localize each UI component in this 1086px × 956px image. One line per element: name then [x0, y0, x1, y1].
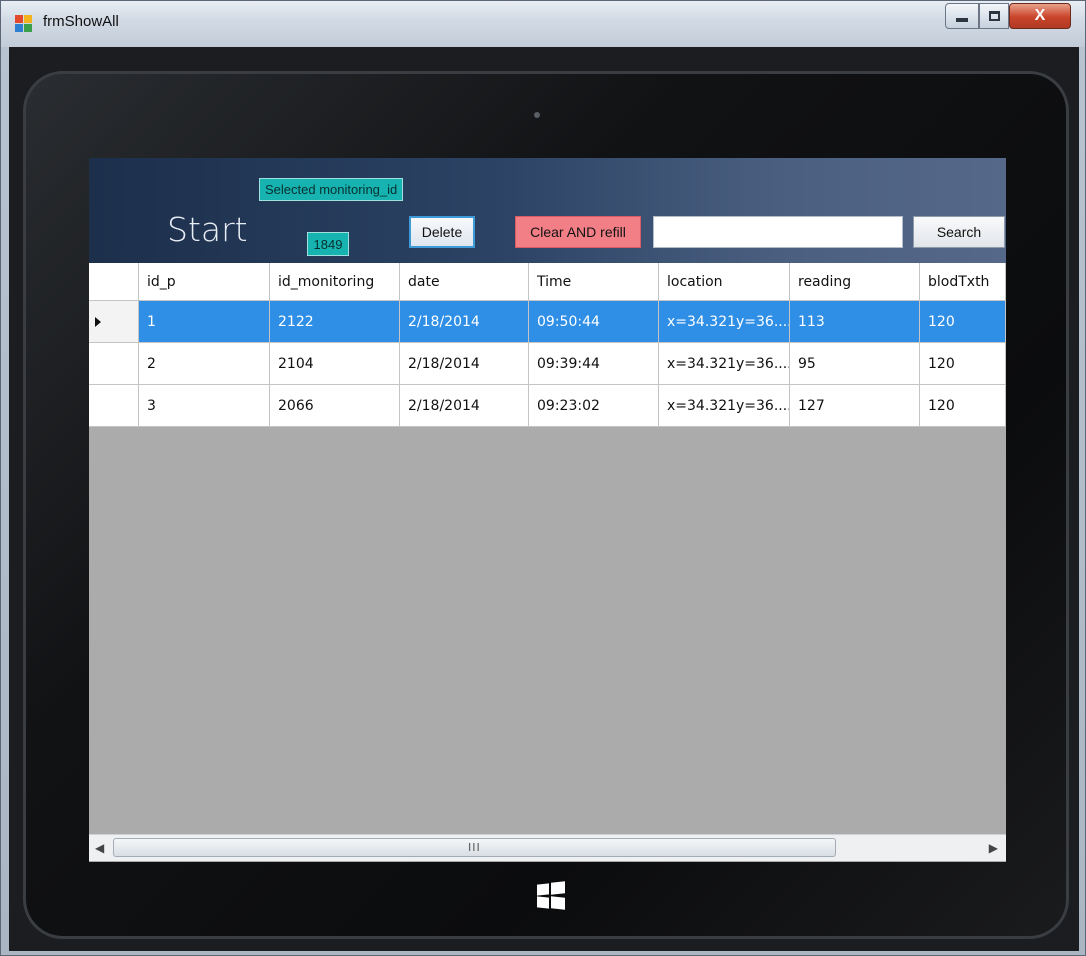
cell-id-p[interactable]: 2 [139, 343, 270, 385]
camera-icon [534, 112, 540, 118]
delete-button[interactable]: Delete [409, 216, 475, 248]
tablet-screen: Selected monitoring_id Start 1849 Delete… [89, 158, 1006, 862]
current-row-arrow-icon [95, 316, 101, 327]
scroll-thumb[interactable]: III [113, 838, 836, 857]
cell-id-monitoring[interactable]: 2122 [270, 301, 400, 343]
row-header[interactable] [89, 343, 139, 385]
search-button[interactable]: Search [913, 216, 1005, 248]
scroll-left-arrow-icon[interactable]: ◀ [95, 841, 104, 855]
row-header[interactable] [89, 301, 139, 343]
title-bar[interactable]: frmShowAll X [1, 1, 1085, 47]
minimize-icon [956, 18, 968, 22]
window-title: frmShowAll [43, 13, 119, 30]
selected-id-value: 1849 [307, 232, 349, 256]
cell-date[interactable]: 2/18/2014 [400, 385, 529, 427]
cell-id-p[interactable]: 1 [139, 301, 270, 343]
cell-id-p[interactable]: 3 [139, 385, 270, 427]
cell-time[interactable]: 09:39:44 [529, 343, 659, 385]
cell-date[interactable]: 2/18/2014 [400, 301, 529, 343]
windows-logo-icon [537, 881, 565, 910]
selected-id-label: Selected monitoring_id [259, 178, 404, 201]
start-label: Start [167, 210, 248, 249]
minimize-button[interactable] [945, 3, 979, 29]
column-header-location[interactable]: location [659, 263, 790, 301]
cell-location[interactable]: x=34.321y=36.... [659, 343, 790, 385]
cell-reading[interactable]: 95 [790, 343, 920, 385]
scroll-right-arrow-icon[interactable]: ▶ [989, 841, 998, 855]
app-icon [15, 15, 33, 33]
clear-refill-button[interactable]: Clear AND refill [515, 216, 641, 248]
cell-id-monitoring[interactable]: 2066 [270, 385, 400, 427]
grid-header-row: id_p id_monitoring date Time location re… [89, 263, 1006, 301]
app-window: frmShowAll X Selected monitoring_id Star… [0, 0, 1086, 956]
column-header-id-p[interactable]: id_p [139, 263, 270, 301]
column-header-reading[interactable]: reading [790, 263, 920, 301]
cell-blodtxth[interactable]: 120 [920, 301, 1006, 343]
row-header-corner [89, 263, 139, 301]
column-header-time[interactable]: Time [529, 263, 659, 301]
header-panel: Selected monitoring_id Start 1849 Delete… [89, 158, 1006, 263]
row-header[interactable] [89, 385, 139, 427]
table-row[interactable]: 2 2104 2/18/2014 09:39:44 x=34.321y=36..… [89, 343, 1006, 385]
cell-location[interactable]: x=34.321y=36.... [659, 385, 790, 427]
cell-id-monitoring[interactable]: 2104 [270, 343, 400, 385]
cell-time[interactable]: 09:50:44 [529, 301, 659, 343]
cell-reading[interactable]: 127 [790, 385, 920, 427]
close-button[interactable]: X [1009, 3, 1071, 29]
cell-reading[interactable]: 113 [790, 301, 920, 343]
maximize-button[interactable] [979, 3, 1009, 29]
table-row[interactable]: 1 2122 2/18/2014 09:50:44 x=34.321y=36..… [89, 301, 1006, 343]
column-header-id-monitoring[interactable]: id_monitoring [270, 263, 400, 301]
close-icon: X [1034, 7, 1046, 24]
cell-blodtxth[interactable]: 120 [920, 343, 1006, 385]
cell-date[interactable]: 2/18/2014 [400, 343, 529, 385]
horizontal-scrollbar[interactable]: ◀ III ▶ [89, 834, 1006, 861]
table-row[interactable]: 3 2066 2/18/2014 09:23:02 x=34.321y=36..… [89, 385, 1006, 427]
column-header-date[interactable]: date [400, 263, 529, 301]
maximize-icon [988, 11, 1000, 21]
search-input[interactable] [653, 216, 903, 248]
cell-time[interactable]: 09:23:02 [529, 385, 659, 427]
cell-location[interactable]: x=34.321y=36.... [659, 301, 790, 343]
cell-blodtxth[interactable]: 120 [920, 385, 1006, 427]
scroll-grip: III [468, 841, 481, 854]
column-header-blodtxth[interactable]: blodTxth [920, 263, 1006, 301]
